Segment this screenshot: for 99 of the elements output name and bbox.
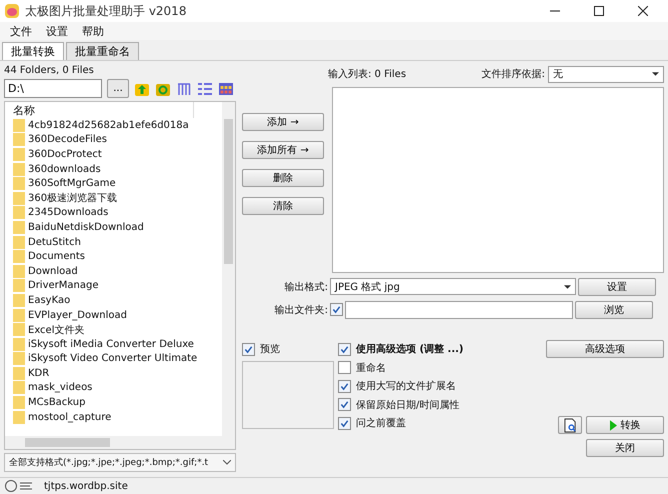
folder-icon bbox=[13, 396, 25, 410]
folder-icon bbox=[13, 279, 25, 292]
checkbox[interactable] bbox=[330, 303, 343, 316]
columns-icon[interactable] bbox=[176, 80, 192, 96]
folder-icon bbox=[13, 192, 25, 205]
convert-button[interactable]: 转换 bbox=[586, 416, 664, 434]
folder-name[interactable]: mostool_capture bbox=[28, 412, 112, 423]
folder-icon bbox=[13, 381, 25, 394]
folder-name[interactable]: EasyKao bbox=[28, 294, 70, 306]
folder-icon bbox=[13, 294, 25, 307]
tab[interactable]: 批量转换 bbox=[2, 42, 64, 60]
document-search-icon bbox=[564, 418, 576, 432]
checkbox-label: 使用大写的文件扩展名 bbox=[356, 380, 456, 394]
folder-icon bbox=[13, 323, 25, 336]
folder-icon bbox=[13, 220, 25, 234]
folder-name[interactable]: Download bbox=[28, 266, 78, 277]
checkbox-label: 预览 bbox=[260, 343, 280, 356]
checkbox[interactable] bbox=[338, 361, 351, 374]
dropdown-arrow-icon bbox=[652, 72, 659, 76]
checkbox[interactable] bbox=[338, 416, 351, 430]
path-field[interactable]: D:\ bbox=[4, 79, 102, 98]
checkbox-label: 问之前覆盖 bbox=[356, 416, 406, 430]
vertical-scrollbar[interactable] bbox=[222, 102, 235, 449]
checkbox-label: 使用高级选项 (调整 ...) bbox=[356, 342, 464, 356]
folder-icon bbox=[13, 410, 25, 424]
folder-name[interactable]: mask_videos bbox=[28, 382, 92, 394]
folder-name[interactable]: 2345Downloads bbox=[28, 207, 108, 218]
folder-name[interactable]: iSkysoft iMedia Converter Deluxe bbox=[28, 338, 194, 350]
tab[interactable]: 批量重命名 bbox=[66, 42, 139, 60]
folder-icon bbox=[13, 366, 25, 380]
menu-item[interactable]: 文件 bbox=[10, 24, 32, 40]
output-format-dropdown[interactable]: JPEG 格式 jpg bbox=[330, 278, 576, 295]
advanced-options-button[interactable]: 高级选项 bbox=[546, 340, 664, 358]
folder-icon bbox=[13, 352, 25, 366]
browse-button[interactable]: ... bbox=[107, 79, 129, 98]
input-list-label: 输入列表: 0 Files bbox=[328, 68, 406, 81]
list-view-icon[interactable] bbox=[197, 80, 213, 96]
maximize-icon[interactable] bbox=[594, 6, 604, 16]
output-format-label: 输出格式: bbox=[284, 280, 328, 294]
folder-name[interactable]: Documents bbox=[28, 251, 86, 262]
dropdown-arrow-icon bbox=[564, 284, 571, 288]
folder-name[interactable]: 360DecodeFiles bbox=[28, 134, 107, 146]
folder-icon bbox=[13, 264, 25, 278]
checkbox-label: 保留原始日期/时间属性 bbox=[356, 398, 460, 412]
checkbox-label: 重命名 bbox=[356, 362, 386, 375]
folder-icon bbox=[13, 162, 25, 176]
output-folder-field[interactable] bbox=[345, 300, 573, 318]
column-header[interactable]: 名称 bbox=[5, 102, 194, 118]
list-button[interactable]: 添加所有 → bbox=[242, 141, 324, 159]
folder-name[interactable]: KDR bbox=[28, 368, 50, 379]
input-file-list[interactable] bbox=[332, 87, 664, 273]
grid-view-icon[interactable] bbox=[218, 80, 234, 96]
close-button[interactable]: 关闭 bbox=[586, 439, 664, 457]
checkbox[interactable] bbox=[338, 342, 351, 356]
file-type-dropdown[interactable]: 全部支持格式(*.jpg;*.jpe;*.jpeg;*.bmp;*.gif;*.t bbox=[4, 453, 236, 472]
folder-name[interactable]: DetuStitch bbox=[28, 236, 81, 248]
window-title: 太极图片批量处理助手 v2018 bbox=[25, 2, 186, 20]
chevron-down-icon bbox=[223, 460, 231, 465]
close-icon[interactable] bbox=[638, 6, 648, 16]
output-folder-label: 输出文件夹: bbox=[274, 304, 328, 316]
list-button[interactable]: 添加 → bbox=[242, 113, 324, 131]
app-icon bbox=[4, 3, 20, 19]
folder-icon bbox=[13, 338, 25, 351]
checkbox[interactable] bbox=[338, 398, 351, 412]
preview-button[interactable] bbox=[558, 416, 582, 434]
checkbox[interactable] bbox=[242, 342, 255, 356]
list-button[interactable]: 删除 bbox=[242, 169, 324, 187]
folder-name[interactable]: 4cb91824d25682ab1efe6d018a bbox=[28, 120, 189, 131]
checkbox[interactable] bbox=[338, 380, 351, 393]
play-icon bbox=[610, 420, 616, 430]
folder-name[interactable]: 360DocProtect bbox=[28, 148, 102, 160]
folder-name[interactable]: MCsBackup bbox=[28, 397, 86, 408]
folder-name[interactable]: 360SoftMgrGame bbox=[28, 178, 116, 190]
folder-name[interactable]: iSkysoft Video Converter Ultimate bbox=[28, 353, 198, 364]
folder-icon bbox=[13, 250, 25, 264]
list-button[interactable]: 清除 bbox=[242, 197, 324, 215]
folder-name[interactable]: DriverManage bbox=[28, 280, 98, 292]
folder-name[interactable]: BaiduNetdiskDownload bbox=[28, 222, 144, 233]
folder-icon bbox=[13, 236, 25, 249]
folder-name[interactable]: Excel文件夹 bbox=[28, 322, 84, 337]
folder-count: 44 Folders, 0 Files bbox=[4, 65, 95, 76]
horizontal-scrollbar[interactable] bbox=[5, 436, 222, 449]
menu-item[interactable]: 设置 bbox=[46, 24, 68, 40]
folder-name[interactable]: 360极速浏览器下载 bbox=[28, 191, 118, 206]
dropdown-value: 全部支持格式(*.jpg;*.jpe;*.jpeg;*.bmp;*.gif;*.t bbox=[9, 456, 208, 469]
folder-icon bbox=[13, 133, 25, 146]
sort-label: 文件排序依据: bbox=[482, 68, 545, 81]
folder-icon bbox=[13, 177, 25, 190]
status-text: tjtps.wordbp.site bbox=[44, 480, 128, 492]
browse-button[interactable]: 浏览 bbox=[575, 300, 653, 318]
folder-name[interactable]: EVPlayer_Download bbox=[28, 310, 127, 321]
sort-dropdown[interactable]: 无 bbox=[548, 66, 664, 82]
folder-name[interactable]: 360downloads bbox=[28, 164, 101, 175]
folder-icon bbox=[13, 118, 25, 132]
folder-icon bbox=[13, 206, 25, 220]
settings-button[interactable]: 设置 bbox=[578, 278, 656, 296]
menu-item[interactable]: 帮助 bbox=[82, 24, 104, 40]
folder-icon bbox=[13, 308, 25, 322]
folder-icon bbox=[13, 148, 25, 161]
